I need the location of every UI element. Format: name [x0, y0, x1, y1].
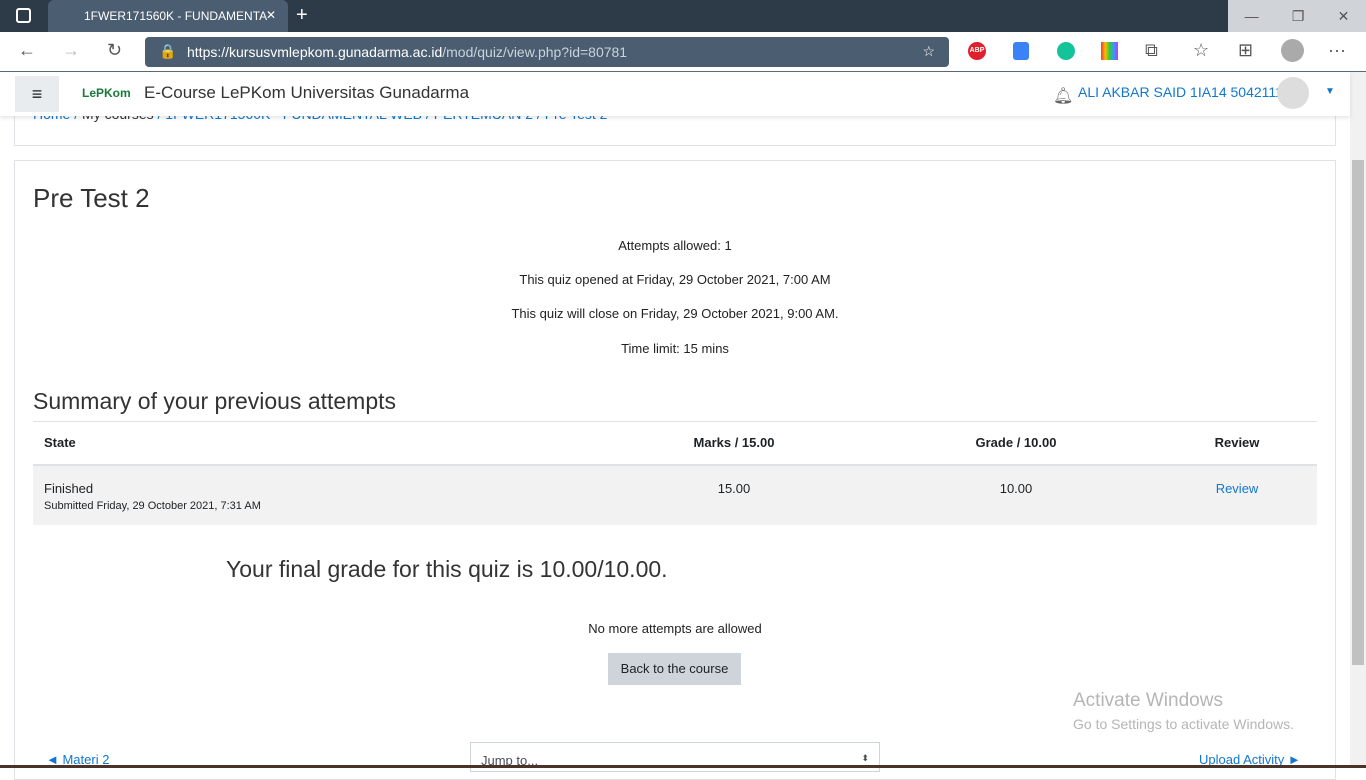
site-logo[interactable]: LePKom	[82, 86, 131, 100]
avatar[interactable]	[1277, 77, 1309, 109]
no-more-attempts: No more attempts are allowed	[588, 621, 762, 636]
refresh-icon[interactable]: ↻	[107, 40, 122, 61]
address-bar[interactable]: 🔒 https://kursusvmlepkom.gunadarma.ac.id/…	[145, 37, 949, 67]
table-row: Finished Submitted Friday, 29 October 202…	[33, 464, 1317, 525]
windows-watermark: Activate Windows Go to Settings to activa…	[1073, 690, 1294, 732]
adblock-icon[interactable]: ABP	[968, 42, 986, 60]
review-link[interactable]: Review	[1216, 481, 1259, 496]
site-name[interactable]: E-Course LePKom Universitas Gunadarma	[144, 83, 469, 103]
notification-bell-icon[interactable]: 🔔︎	[1053, 86, 1073, 106]
profile-icon[interactable]	[1281, 39, 1304, 62]
window-controls: — ❐ ✕	[1228, 0, 1366, 32]
marks: 15.00	[593, 464, 875, 525]
close-tab-icon[interactable]: ✕	[266, 8, 276, 22]
col-state: State	[33, 421, 593, 466]
select-arrows-icon: ⬍	[861, 753, 869, 763]
color-extension-icon[interactable]	[1101, 42, 1118, 60]
scrollbar-thumb[interactable]	[1352, 160, 1364, 665]
page-title: Pre Test 2	[33, 183, 150, 213]
tab-title: 1FWER171560K - FUNDAMENTA	[84, 9, 268, 23]
new-tab-icon[interactable]: +	[296, 4, 308, 27]
attempts-table: State Marks / 15.00 Grade / 10.00 Review Fi…	[33, 421, 1317, 525]
grammarly-icon[interactable]	[1057, 42, 1075, 60]
tab-actions-icon[interactable]	[16, 8, 31, 23]
lock-icon: 🔒	[159, 43, 177, 59]
watermark-title: Activate Windows	[1073, 690, 1223, 711]
close-window-icon[interactable]: ✕	[1338, 8, 1350, 25]
collections-icon[interactable]: ⊞	[1238, 40, 1253, 61]
user-menu[interactable]: ALI AKBAR SAID 1IA14 50421119	[1078, 84, 1291, 100]
attempts-allowed: Attempts allowed: 1	[618, 238, 732, 253]
grade: 10.00	[875, 464, 1157, 525]
submitted: Submitted Friday, 29 October 2021, 7:31 …	[44, 499, 261, 512]
forward-icon[interactable]: →	[62, 40, 80, 61]
col-marks: Marks / 15.00	[593, 421, 875, 466]
summary-heading: Summary of your previous attempts	[33, 388, 397, 414]
chevron-down-icon[interactable]: ▼	[1325, 86, 1335, 97]
browser-tab[interactable]: 1FWER171560K - FUNDAMENTA ✕	[48, 0, 288, 32]
quiz-close: This quiz will close on Friday, 29 Octob…	[511, 306, 839, 321]
minimize-icon[interactable]: —	[1245, 8, 1259, 24]
more-icon[interactable]: ···	[1328, 40, 1346, 61]
url-host: https://kursusvmlepkom.gunadarma.ac.id	[187, 44, 443, 60]
time-limit: Time limit: 15 mins	[621, 341, 729, 356]
menu-toggle-button[interactable]: ≡	[15, 76, 59, 112]
favorite-icon[interactable]: ☆	[922, 43, 935, 60]
back-icon[interactable]: ←	[18, 40, 36, 61]
col-review: Review	[1157, 421, 1317, 466]
state: Finished	[44, 480, 94, 496]
back-to-course-button[interactable]: Back to the course	[608, 653, 741, 685]
quiz-opened: This quiz opened at Friday, 29 October 2…	[519, 272, 831, 287]
final-grade: Your final grade for this quiz is 10.00/…	[226, 556, 668, 582]
watermark-sub: Go to Settings to activate Windows.	[1073, 716, 1294, 732]
restore-icon[interactable]: ❐	[1292, 8, 1305, 25]
extensions-icon[interactable]: ⧉	[1145, 40, 1158, 61]
url-path: /mod/quiz/view.php?id=80781	[442, 44, 628, 60]
col-grade: Grade / 10.00	[875, 421, 1157, 466]
extension-icon[interactable]	[1013, 42, 1029, 60]
favorites-icon[interactable]: ☆	[1193, 40, 1209, 61]
